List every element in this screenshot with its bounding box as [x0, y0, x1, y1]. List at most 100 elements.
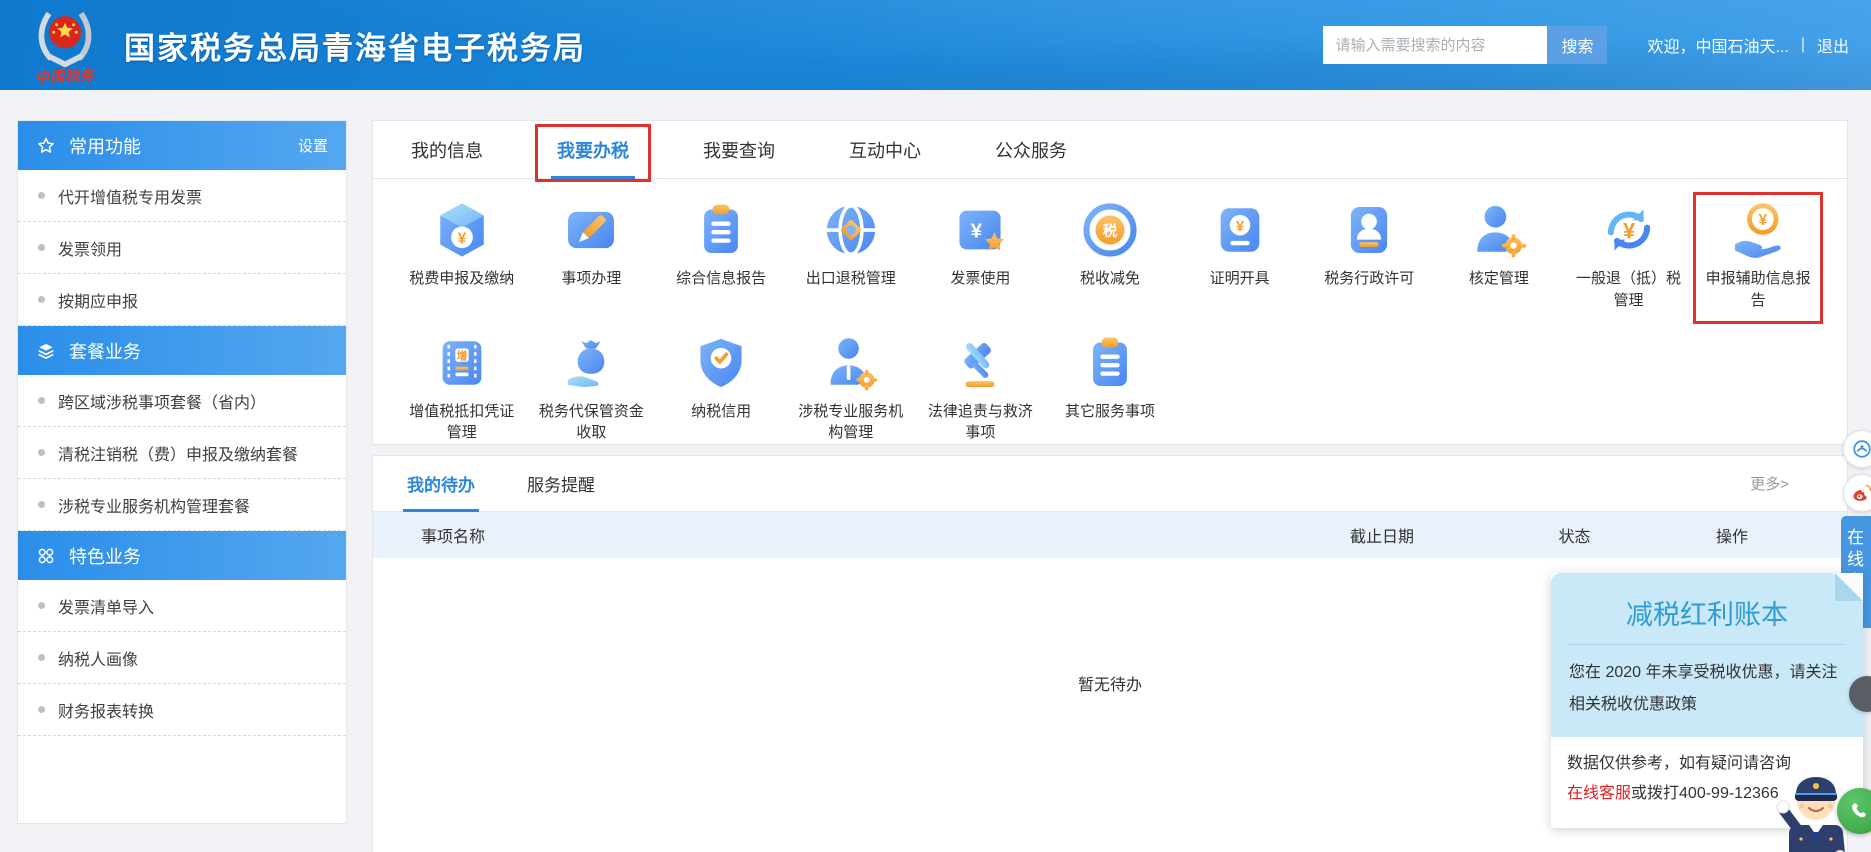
tab-interaction-center[interactable]: 互动中心: [841, 121, 929, 178]
bullet-icon: [38, 501, 45, 508]
bullet-icon: [38, 449, 45, 456]
service-label: 涉税专业服务机构管理: [798, 402, 904, 442]
service-matter-handling[interactable]: 事项办理: [527, 201, 657, 312]
popup-note-suffix: 或拨打400-99-12366: [1631, 785, 1779, 803]
layers-icon: [36, 341, 56, 361]
sidebar-item[interactable]: 涉税专业服务机构管理套餐: [18, 479, 346, 531]
popup-body-text: 您在 2020 年未享受税收优惠，请关注相关税收优惠政策: [1569, 664, 1838, 713]
sidebar-item[interactable]: 按期应申报: [18, 274, 346, 326]
phone-icon: [1852, 803, 1866, 818]
more-link[interactable]: 更多>: [1750, 473, 1789, 494]
main-tabs: 我的信息 我要办税 我要查询 互动中心 公众服务: [373, 121, 1847, 182]
service-certificate-issuance[interactable]: ¥ 证明开具: [1175, 201, 1305, 312]
bullet-icon: [38, 602, 45, 609]
service-label: 发票使用: [950, 270, 1011, 287]
tab-query[interactable]: 我要查询: [695, 121, 783, 178]
tab-public-service[interactable]: 公众服务: [987, 121, 1075, 178]
service-tax-service-agency[interactable]: 涉税专业服务机构管理: [786, 334, 916, 445]
logout-link[interactable]: 退出: [1817, 33, 1849, 57]
sidebar-section-title: 常用功能: [69, 136, 141, 157]
tab-my-info[interactable]: 我的信息: [403, 121, 491, 178]
sidebar-item-label: 财务报表转换: [58, 703, 155, 721]
service-tax-reduction[interactable]: 税税收减免: [1045, 201, 1175, 312]
service-legal-remedy[interactable]: 法律追责与救济事项: [916, 334, 1046, 445]
popup-note: 数据仅供参考，如有疑问请咨询: [1567, 755, 1792, 772]
todo-bar: 我的待办 服务提醒 更多>: [373, 456, 1847, 512]
svg-text:¥: ¥: [971, 219, 983, 242]
column-header-status: 状态: [1558, 529, 1591, 546]
sidebar-item-label: 代开增值税专用发票: [58, 189, 203, 207]
tab-tax-handling[interactable]: 我要办税: [535, 121, 651, 182]
refund-cycle-icon: ¥: [1600, 201, 1658, 259]
service-assessment-management[interactable]: 核定管理: [1434, 201, 1564, 312]
service-label: 综合信息报告: [676, 270, 767, 287]
search-box: 搜索: [1323, 26, 1608, 64]
sidebar-item[interactable]: 发票领用: [18, 222, 346, 274]
tab-label: 互动中心: [849, 140, 921, 161]
sidebar: 常用功能 设置代开增值税专用发票 发票领用按期应申报 套餐业务 跨区域涉税事项套餐（省内…: [17, 120, 347, 824]
moneybag-hand-icon: [562, 334, 620, 392]
service-label: 税费申报及缴纳: [409, 270, 515, 287]
service-label: 增值税抵扣凭证管理: [409, 402, 515, 442]
svg-text:增: 增: [456, 348, 467, 362]
sidebar-section-header[interactable]: 常用功能 设置: [18, 121, 346, 170]
sidebar-item[interactable]: 纳税人画像: [18, 632, 346, 684]
service-label: 证明开具: [1209, 270, 1270, 287]
todo-tab-label: 我的待办: [407, 476, 475, 495]
service-declaration-auxiliary-info[interactable]: ¥ 申报辅助信息报告: [1693, 192, 1823, 324]
service-label: 纳税信用: [691, 402, 752, 420]
service-export-tax-refund[interactable]: 出口退税管理: [786, 201, 916, 312]
todo-table-header: 事项名称 截止日期 状态 操作: [373, 512, 1847, 558]
svg-text:¥: ¥: [457, 230, 466, 247]
service-label: 一般退（抵）税管理: [1576, 270, 1682, 309]
column-header-date: 截止日期: [1349, 529, 1414, 546]
sidebar-item[interactable]: 跨区域涉税事项套餐（省内）: [18, 375, 346, 427]
todo-tabs: 我的待办 服务提醒: [403, 456, 599, 512]
logo-caption: 中国税务: [34, 68, 96, 87]
todo-tab-label: 服务提醒: [527, 476, 595, 495]
tax-emblem-logo: 中国税务: [22, 4, 108, 87]
services-card: 我的信息 我要办税 我要查询 互动中心 公众服务 ¥ 税费申报及缴纳 事项办理 综合信息报告 出…: [372, 120, 1848, 445]
page-title: 国家税务总局青海省电子税务局: [124, 30, 586, 66]
sidebar-item-label: 涉税专业服务机构管理套餐: [58, 498, 251, 516]
service-invoice-use[interactable]: ¥ 发票使用: [916, 201, 1046, 312]
sidebar-item-label: 发票领用: [58, 241, 123, 259]
todo-tab-my-todo[interactable]: 我的待办: [403, 456, 479, 512]
popup-header-section: 减税红利账本 您在 2020 年未享受税收优惠，请关注相关税收优惠政策: [1551, 573, 1863, 737]
globe-icon: [822, 201, 880, 259]
search-input[interactable]: [1323, 26, 1548, 64]
header-right: 搜索 欢迎，中国石油天... | 退出: [1323, 26, 1849, 64]
svg-text:¥: ¥: [1759, 212, 1768, 229]
service-comprehensive-info-report[interactable]: 综合信息报告: [656, 201, 786, 312]
svg-text:¥: ¥: [1236, 219, 1244, 235]
services-grid-row1: ¥ 税费申报及缴纳 事项办理 综合信息报告 出口退税管理 ¥ 发票使用 税税收减免 ¥ 证明开具 税…: [373, 179, 1847, 324]
service-tax-credit[interactable]: 纳税信用: [656, 334, 786, 445]
sidebar-item[interactable]: 清税注销税（费）申报及缴纳套餐: [18, 427, 346, 479]
vat-voucher-icon: 增: [433, 334, 491, 392]
bullet-icon: [38, 192, 45, 199]
sidebar-item[interactable]: 发票清单导入: [18, 580, 346, 632]
person-gear-icon: [1470, 201, 1528, 259]
search-button[interactable]: 搜索: [1547, 26, 1608, 64]
sidebar-settings-link[interactable]: 设置: [298, 135, 328, 156]
clipboard-icon: [692, 201, 750, 259]
sidebar-section-header[interactable]: 特色业务: [18, 531, 346, 580]
service-label: 税收减免: [1079, 270, 1140, 287]
service-tax-admin-license[interactable]: 税务行政许可: [1304, 201, 1434, 312]
person-org-gear-icon: [822, 334, 880, 392]
online-service-link[interactable]: 在线客服: [1567, 785, 1631, 802]
service-vat-deduction-voucher[interactable]: 增增值税抵扣凭证管理: [397, 334, 527, 445]
column-header-name: 事项名称: [421, 529, 486, 546]
sidebar-item[interactable]: 财务报表转换: [18, 684, 346, 736]
service-escrow-funds-collection[interactable]: 税务代保管资金收取: [527, 334, 657, 445]
column-header-action: 操作: [1715, 529, 1748, 546]
service-tax-declaration-payment[interactable]: ¥ 税费申报及缴纳: [397, 201, 527, 312]
service-general-refund-management[interactable]: ¥ 一般退（抵）税管理: [1564, 201, 1694, 312]
service-other-services[interactable]: 其它服务事项: [1045, 334, 1175, 445]
tab-label: 我要查询: [703, 140, 775, 161]
todo-tab-service-reminder[interactable]: 服务提醒: [523, 456, 599, 511]
bullet-icon: [38, 296, 45, 303]
sidebar-section-header[interactable]: 套餐业务: [18, 326, 346, 375]
welcome-text[interactable]: 欢迎，中国石油天...: [1647, 33, 1788, 57]
sidebar-item[interactable]: 代开增值税专用发票: [18, 170, 346, 222]
